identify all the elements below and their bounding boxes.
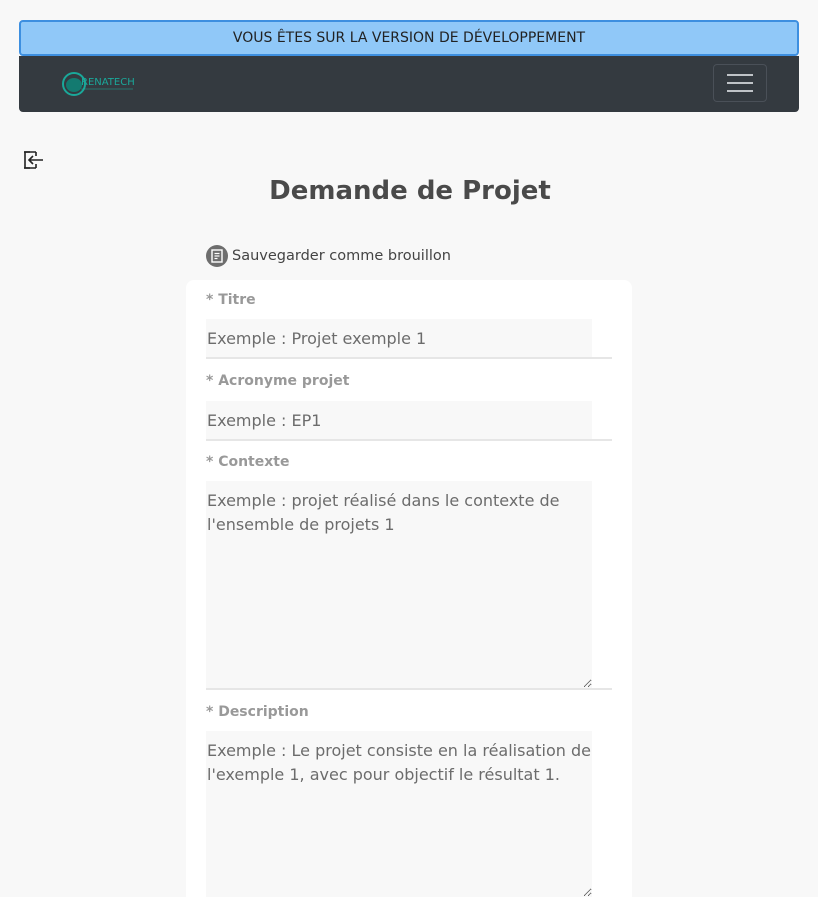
acronyme-underline <box>206 439 612 441</box>
acronyme-input[interactable] <box>206 401 592 439</box>
acronyme-label: * Acronyme projet <box>206 373 350 389</box>
hamburger-menu-icon <box>727 74 753 76</box>
save-draft-button[interactable]: Sauvegarder comme brouillon <box>206 244 451 268</box>
logout-icon <box>24 151 43 169</box>
save-draft-icon <box>206 245 228 267</box>
navbar-toggle-button[interactable] <box>713 64 767 102</box>
contexte-textarea[interactable] <box>206 481 592 688</box>
logout-button[interactable] <box>22 150 44 170</box>
titre-label: * Titre <box>206 292 256 308</box>
renatech-logo-icon: RENATECH <box>62 72 135 96</box>
page: VOUS ÊTES SUR LA VERSION DE DÉVELOPPEMEN… <box>0 0 820 897</box>
contexte-underline <box>206 688 612 690</box>
logo-text: RENATECH <box>81 77 135 88</box>
description-textarea[interactable] <box>206 731 592 897</box>
page-title: Demande de Projet <box>269 176 551 206</box>
description-label: * Description <box>206 704 309 720</box>
save-draft-label: Sauvegarder comme brouillon <box>232 248 451 264</box>
navbar: RENATECH <box>19 56 799 112</box>
renatech-logo[interactable]: RENATECH <box>61 70 135 98</box>
dev-banner-text: VOUS ÊTES SUR LA VERSION DE DÉVELOPPEMEN… <box>232 30 586 46</box>
titre-underline <box>206 357 612 359</box>
contexte-label: * Contexte <box>206 454 290 470</box>
titre-input[interactable] <box>206 319 592 357</box>
dev-version-banner: VOUS ÊTES SUR LA VERSION DE DÉVELOPPEMEN… <box>19 20 799 56</box>
